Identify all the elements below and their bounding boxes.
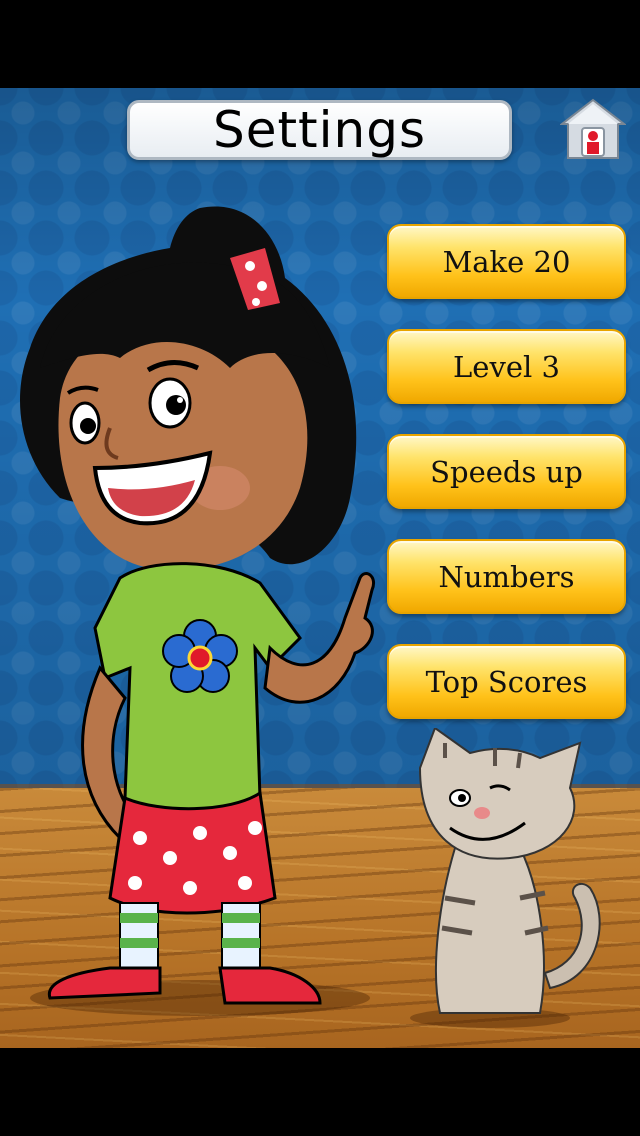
- numbers-label: Numbers: [438, 559, 575, 594]
- top-scores-button[interactable]: Top Scores: [387, 644, 626, 719]
- bottom-letterbox: [0, 1048, 640, 1136]
- page-title: Settings: [212, 101, 427, 159]
- top-letterbox: [0, 0, 640, 88]
- girl-character-illustration: [20, 206, 375, 1016]
- level-button[interactable]: Level 3: [387, 329, 626, 404]
- numbers-button[interactable]: Numbers: [387, 539, 626, 614]
- speed-label: Speeds up: [430, 454, 583, 489]
- speed-button[interactable]: Speeds up: [387, 434, 626, 509]
- cat-character-illustration: [410, 728, 601, 1028]
- top-scores-label: Top Scores: [425, 664, 588, 699]
- settings-menu: Make 20 Level 3 Speeds up Numbers Top Sc…: [387, 224, 626, 749]
- level-label: Level 3: [453, 349, 560, 384]
- home-icon: [559, 98, 627, 159]
- make-20-button[interactable]: Make 20: [387, 224, 626, 299]
- title-banner: Settings: [127, 100, 512, 160]
- make-20-label: Make 20: [442, 244, 571, 279]
- home-button[interactable]: [559, 98, 627, 162]
- settings-scene: Settings Make 20 Level 3 Speeds up Numbe…: [0, 88, 640, 1048]
